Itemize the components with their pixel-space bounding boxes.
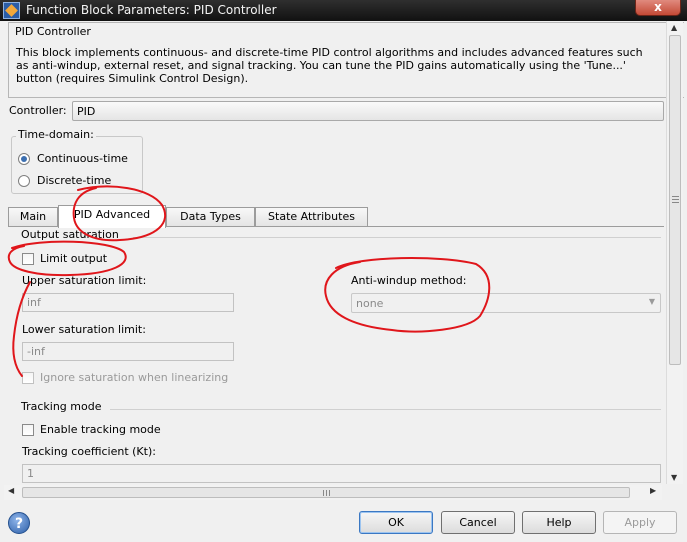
antiwindup-label: Anti-windup method: [351,274,467,287]
group-divider [133,237,661,238]
help-button[interactable]: Help [522,511,596,534]
scroll-left-arrow-icon[interactable]: ◀ [8,486,14,495]
checkbox-box[interactable] [22,371,34,384]
dialog-button-bar: ? OK Cancel Help Apply [0,500,687,542]
output-saturation-legend: Output saturation [21,228,119,241]
ok-button[interactable]: OK [359,511,433,534]
enable-tracking-checkbox[interactable]: Enable tracking mode [22,423,161,436]
radio-button[interactable] [18,174,30,187]
tracking-coefficient-field[interactable]: 1 [22,464,661,483]
ignore-saturation-label: Ignore saturation when linearizing [40,371,229,384]
radio-continuous-time[interactable]: Continuous-time [18,152,128,165]
scroll-thumb[interactable] [669,35,681,365]
tracking-mode-legend: Tracking mode [21,400,102,413]
tab-pid-advanced[interactable]: PID Advanced [58,205,166,228]
scroll-thumb[interactable] [22,487,630,498]
tab-data-types[interactable]: Data Types [166,207,255,226]
description-panel: PID Controller This block implements con… [8,22,684,98]
window-title: Function Block Parameters: PID Controlle… [26,3,277,17]
title-bar: Function Block Parameters: PID Controlle… [0,0,687,21]
scroll-down-arrow-icon[interactable]: ▼ [671,473,677,482]
radio-discrete-label: Discrete-time [37,174,112,187]
checkbox-box[interactable] [22,252,34,265]
controller-label: Controller: [9,104,67,117]
lower-limit-field[interactable]: -inf [22,342,234,361]
time-domain-legend: Time-domain: [16,128,96,141]
cancel-button[interactable]: Cancel [441,511,515,534]
vertical-scrollbar[interactable]: ▲ ▼ [666,21,683,484]
chevron-down-icon: ▼ [648,297,655,306]
help-question-icon[interactable]: ? [8,512,30,534]
upper-limit-field[interactable]: inf [22,293,234,312]
tracking-coefficient-label: Tracking coefficient (Kt): [22,445,156,458]
simulink-block-icon [3,2,20,19]
limit-output-checkbox[interactable]: Limit output [22,252,107,265]
enable-tracking-label: Enable tracking mode [40,423,161,436]
antiwindup-value: none [356,297,384,310]
antiwindup-dropdown[interactable]: none ▼ [351,293,661,313]
apply-button[interactable]: Apply [603,511,677,534]
tab-state-attributes[interactable]: State Attributes [255,207,368,226]
time-domain-group: Time-domain: Continuous-time Discrete-ti… [11,128,143,194]
horizontal-scrollbar[interactable]: ◀ ▶ [4,485,662,500]
block-description: This block implements continuous- and di… [16,46,643,85]
radio-continuous-label: Continuous-time [37,152,128,165]
lower-limit-label: Lower saturation limit: [22,323,146,336]
upper-limit-label: Upper saturation limit: [22,274,147,287]
pid-advanced-panel: Output saturation Limit output Upper sat… [8,226,664,484]
checkbox-box[interactable] [22,423,34,436]
scroll-up-arrow-icon[interactable]: ▲ [671,23,677,32]
grip-icon [672,196,679,204]
close-button[interactable]: x [635,0,681,16]
block-name-heading: PID Controller [15,25,91,38]
limit-output-label: Limit output [40,252,108,265]
controller-dropdown[interactable]: PID [72,101,664,121]
radio-discrete-time[interactable]: Discrete-time [18,174,111,187]
group-divider [110,409,661,410]
radio-button-selected[interactable] [18,152,30,165]
ignore-saturation-checkbox[interactable]: Ignore saturation when linearizing [22,371,228,384]
tab-main[interactable]: Main [8,207,58,226]
grip-icon [323,490,331,496]
scroll-right-arrow-icon[interactable]: ▶ [650,486,656,495]
